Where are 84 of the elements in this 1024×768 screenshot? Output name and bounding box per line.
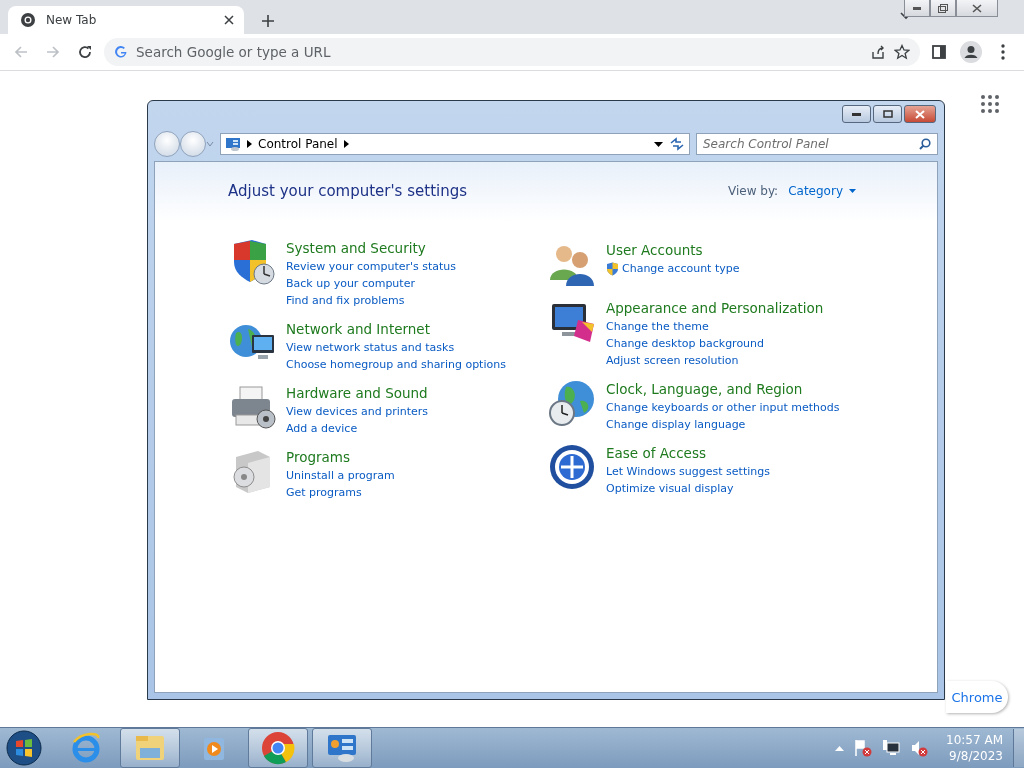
task-link[interactable]: Back up your computer <box>286 275 457 292</box>
minimize-icon <box>913 6 921 10</box>
minimize-button[interactable] <box>842 105 871 123</box>
view-by-label: View by: <box>728 184 779 198</box>
chevron-right-icon[interactable] <box>247 140 252 148</box>
dropdown-icon[interactable] <box>654 141 663 147</box>
category-title[interactable]: System and Security <box>286 238 457 258</box>
folder-icon <box>134 734 166 762</box>
refresh-icon[interactable] <box>669 137 685 151</box>
more-icon <box>1001 44 1005 60</box>
close-icon <box>915 109 925 119</box>
share-icon[interactable] <box>870 44 886 60</box>
task-link[interactable]: Change account type <box>606 260 740 277</box>
category-title[interactable]: Programs <box>286 447 395 467</box>
customize-chrome-button[interactable]: Chrome <box>946 681 1008 713</box>
task-link[interactable]: View network status and tasks <box>286 339 506 356</box>
browser-tab[interactable]: New Tab <box>8 6 244 34</box>
category-title[interactable]: Clock, Language, and Region <box>606 379 840 399</box>
volume-muted-icon[interactable] <box>910 739 929 757</box>
task-link[interactable]: Add a device <box>286 420 429 437</box>
close-icon[interactable] <box>224 15 234 25</box>
category-title[interactable]: User Accounts <box>606 240 740 260</box>
google-icon <box>114 45 128 59</box>
profile-button[interactable] <box>958 39 984 65</box>
page-heading: Adjust your computer's settings <box>228 182 468 200</box>
restore-button[interactable] <box>930 0 956 17</box>
close-icon <box>972 3 982 13</box>
minimize-icon <box>852 112 861 116</box>
search-placeholder: Search Control Panel <box>703 137 830 151</box>
restore-icon <box>938 3 948 13</box>
star-icon[interactable] <box>894 44 910 60</box>
person-icon <box>960 41 982 63</box>
chevron-right-icon[interactable] <box>343 140 349 148</box>
task-link[interactable]: Change desktop background <box>606 335 824 352</box>
action-center-flag-icon[interactable] <box>854 739 873 757</box>
category-title[interactable]: Network and Internet <box>286 319 506 339</box>
search-icon[interactable] <box>919 138 931 150</box>
control-panel-icon <box>225 137 241 151</box>
task-link[interactable]: Adjust screen resolution <box>606 352 824 369</box>
back-arrow-icon <box>13 44 29 60</box>
task-link[interactable]: Change display language <box>606 416 840 433</box>
address-bar[interactable]: Control Panel <box>220 133 690 155</box>
search-field[interactable]: Search Control Panel <box>696 133 938 155</box>
category-title[interactable]: Appearance and Personalization <box>606 298 824 318</box>
close-button[interactable] <box>956 0 998 17</box>
new-tab-icon[interactable] <box>262 15 274 27</box>
taskbar-button[interactable] <box>120 728 180 768</box>
maximize-icon <box>882 110 893 118</box>
network-icon[interactable] <box>882 739 901 757</box>
category-title[interactable]: Hardware and Sound <box>286 383 429 403</box>
side-panel-icon <box>932 45 946 59</box>
task-link[interactable]: Change keyboards or other input methods <box>606 399 840 416</box>
address-bar[interactable]: Search Google or type a URL <box>104 38 920 66</box>
apps-grid-icon[interactable] <box>981 95 999 113</box>
maximize-button[interactable] <box>873 105 902 123</box>
tab-title: New Tab <box>46 13 98 27</box>
browser-e-icon <box>70 732 102 764</box>
show-desktop-button[interactable] <box>1013 729 1024 767</box>
address-placeholder: Search Google or type a URL <box>136 44 332 60</box>
task-link[interactable]: Let Windows suggest settings <box>606 463 770 480</box>
view-by-dropdown[interactable]: Category <box>788 184 856 198</box>
breadcrumb-item[interactable]: Control Panel <box>258 137 338 151</box>
start-button[interactable] <box>6 730 42 766</box>
chrome-icon <box>261 731 295 765</box>
taskbar-button[interactable] <box>312 728 372 768</box>
task-link[interactable]: Get programs <box>286 484 395 501</box>
reload-icon <box>77 44 93 60</box>
forward-arrow-icon <box>45 44 61 60</box>
task-link[interactable]: Review your computer's status <box>286 258 457 275</box>
task-link[interactable]: Find and fix problems <box>286 292 457 309</box>
ease-of-access-icon <box>548 443 596 491</box>
task-link[interactable]: Choose homegroup and sharing options <box>286 356 506 373</box>
chrome-icon <box>20 12 36 28</box>
task-link[interactable]: Optimize visual display <box>606 480 770 497</box>
close-button[interactable] <box>904 105 936 123</box>
caret-icon <box>849 189 856 193</box>
task-link[interactable]: Uninstall a program <box>286 467 395 484</box>
minimize-button[interactable] <box>904 0 930 17</box>
task-link[interactable]: Change the theme <box>606 318 824 335</box>
globe-clock-icon <box>548 379 596 427</box>
category-title[interactable]: Ease of Access <box>606 443 770 463</box>
task-link[interactable]: View devices and printers <box>286 403 429 420</box>
taskbar-button[interactable] <box>248 728 308 768</box>
control-panel-icon <box>326 733 358 763</box>
